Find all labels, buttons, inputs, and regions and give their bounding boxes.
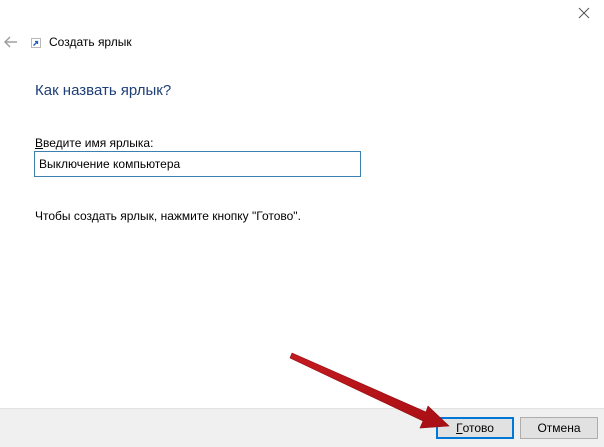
close-button[interactable] [570, 0, 598, 26]
name-label-accelerator: В [35, 136, 44, 150]
shortcut-name-input[interactable] [34, 151, 361, 177]
back-button[interactable] [2, 33, 20, 51]
window-title: Создать ярлык [49, 35, 132, 49]
title-row: Создать ярлык [31, 35, 132, 49]
shortcut-icon [31, 38, 41, 48]
page-heading: Как назвать ярлык? [35, 82, 172, 99]
close-icon [578, 7, 590, 19]
finish-button-label: отово [462, 421, 494, 435]
finish-button[interactable]: Готово [436, 417, 514, 439]
shortcut-name-label: Введите имя ярлыка: [35, 136, 153, 150]
annotation-arrow [289, 352, 450, 429]
name-label-text: ведите имя ярлыка: [43, 136, 154, 150]
finish-hint-text: Чтобы создать ярлык, нажмите кнопку "Гот… [35, 209, 301, 223]
back-arrow-icon [4, 36, 17, 48]
create-shortcut-dialog: Создать ярлык Как назвать ярлык? Введите… [0, 0, 604, 447]
cancel-button[interactable]: Отмена [520, 417, 598, 439]
